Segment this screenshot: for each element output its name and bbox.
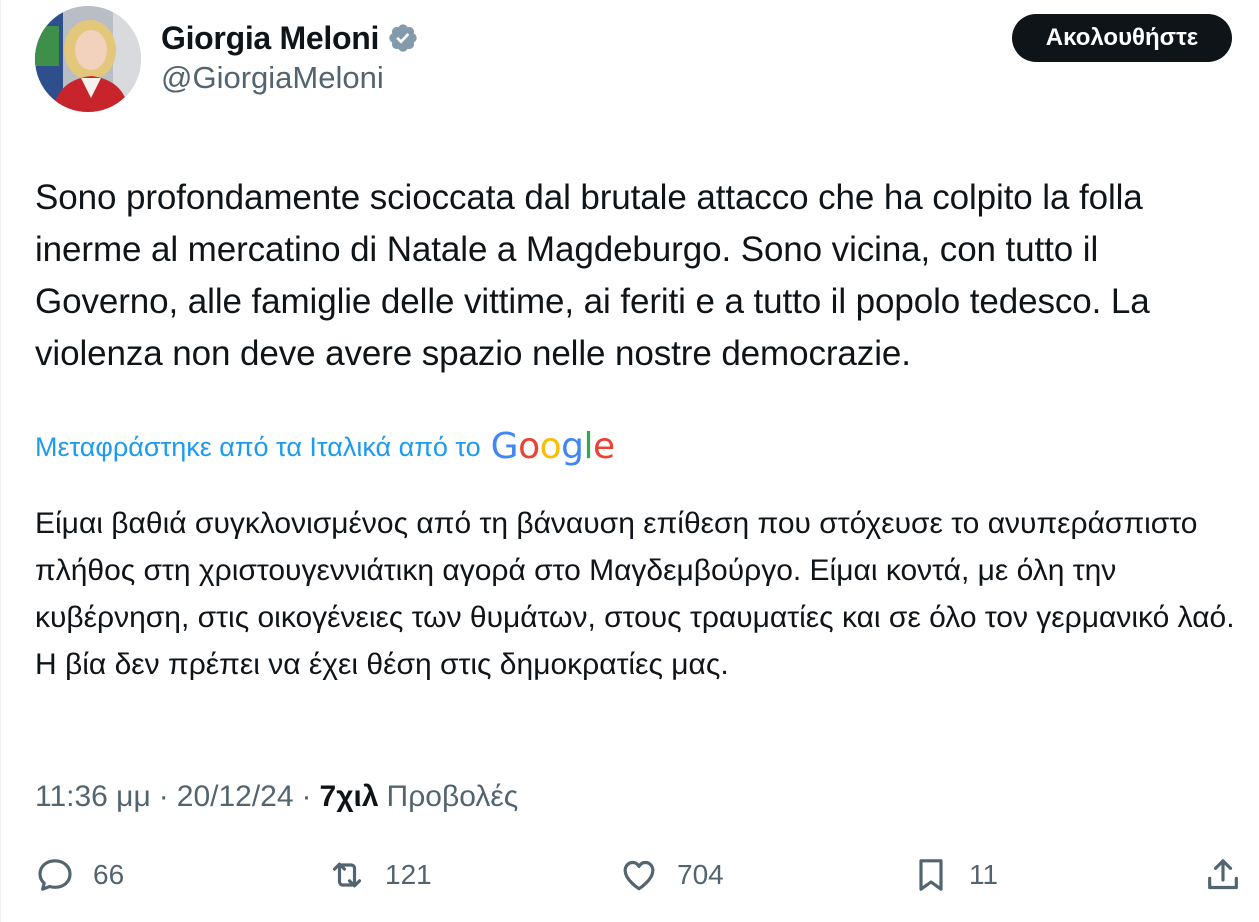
meta-separator: ·	[158, 780, 169, 813]
translated-text: Είμαι βαθιά συγκλονισμένος από τη βάναυσ…	[35, 507, 1235, 681]
repost-count: 121	[385, 859, 432, 890]
bookmark-icon	[919, 859, 943, 891]
author-handle[interactable]: @GiorgiaMeloni	[161, 60, 384, 96]
tweet-detail: Giorgia Meloni @GiorgiaMeloni Ακολουθήστ…	[0, 0, 1259, 922]
tweet-time[interactable]: 11:36 μμ	[35, 780, 151, 814]
tweet-actions: 66 121 704 11	[1, 848, 1259, 902]
reply-count: 66	[93, 859, 125, 890]
avatar-image	[35, 6, 141, 112]
translation-label[interactable]: Μεταφράστηκε από τα Ιταλικά από το	[35, 432, 481, 463]
share-button[interactable]	[1203, 848, 1243, 902]
verified-badge-icon	[389, 24, 417, 52]
like-count: 704	[677, 859, 724, 890]
avatar[interactable]	[35, 6, 141, 112]
views-label: Προβολές	[386, 780, 519, 813]
bookmark-count: 11	[969, 859, 999, 890]
bookmark-button[interactable]: 11	[911, 848, 998, 902]
reply-button[interactable]: 66	[35, 848, 124, 902]
like-button[interactable]: 704	[619, 848, 724, 902]
display-name[interactable]: Giorgia Meloni	[161, 20, 379, 57]
repost-arrows-icon	[332, 862, 362, 888]
follow-button[interactable]: Ακολουθήστε	[1012, 14, 1232, 62]
translation-attribution[interactable]: Μεταφράστηκε από τα Ιταλικά από το Googl…	[35, 424, 615, 470]
tweet-meta: 11:36 μμ · 20/12/24 · 7χιλ Προβολές	[35, 774, 518, 820]
meta-separator: ·	[301, 780, 312, 813]
repost-button[interactable]: 121	[327, 848, 432, 902]
heart-icon	[623, 860, 655, 891]
tweet-text: Sono profondamente scioccata dal brutale…	[35, 178, 1150, 373]
author-name-row[interactable]: Giorgia Meloni	[161, 16, 419, 60]
share-upload-icon	[1208, 859, 1238, 890]
speech-bubble-icon	[38, 859, 72, 891]
google-logo: Google	[490, 426, 615, 467]
views-count: 7χιλ	[319, 780, 379, 813]
tweet-date[interactable]: 20/12/24	[177, 780, 294, 814]
